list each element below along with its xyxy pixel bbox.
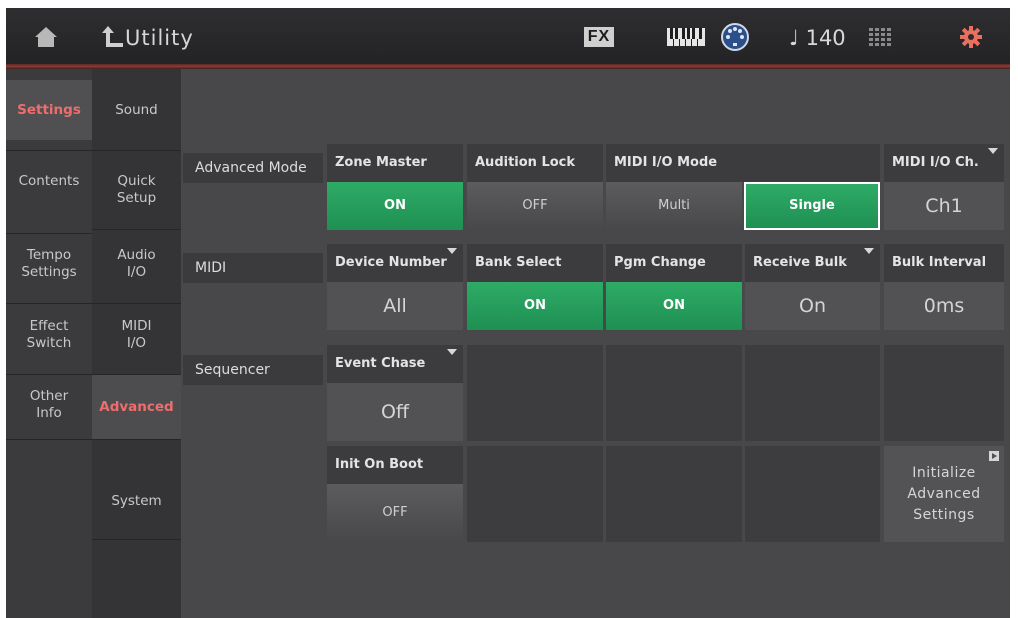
subcategory-quick-setup[interactable]: Quick Setup <box>92 160 181 220</box>
pgm-change-param[interactable]: Pgm Change ON <box>606 244 742 330</box>
gear-icon[interactable] <box>956 8 986 66</box>
empty-slot <box>884 345 1004 441</box>
zone-master-value[interactable]: ON <box>327 182 463 230</box>
row-label-advanced-mode: Advanced Mode <box>183 153 323 183</box>
bulk-interval-value[interactable]: 0ms <box>884 282 1004 330</box>
subcategory-midi-io[interactable]: MIDI I/O <box>92 305 181 365</box>
category-settings[interactable]: Settings <box>6 80 92 140</box>
category-effect-switch[interactable]: Effect Switch <box>6 305 92 365</box>
header-bar: Utility FX ♩ 140 <box>6 8 1010 66</box>
tempo-display[interactable]: ♩ 140 <box>789 8 846 66</box>
bank-select-label: Bank Select <box>467 244 603 282</box>
audition-lock-param[interactable]: Audition Lock OFF <box>467 144 603 230</box>
event-chase-label: Event Chase <box>327 345 463 383</box>
fx-icon[interactable]: FX <box>582 8 616 66</box>
page-title: Utility <box>125 26 194 50</box>
pgm-change-value[interactable]: ON <box>606 282 742 330</box>
secondary-category-column: Sound Quick Setup Audio I/O MIDI I/O Adv… <box>92 69 181 618</box>
empty-slot <box>606 345 742 441</box>
dropdown-arrow-icon <box>988 148 998 154</box>
utility-screen: Utility FX ♩ 140 Settings Contents Tempo… <box>6 8 1010 618</box>
home-icon[interactable] <box>26 8 66 66</box>
midi-io-channel-label: MIDI I/O Ch. <box>884 144 1004 182</box>
event-chase-value[interactable]: Off <box>327 383 463 441</box>
init-on-boot-value[interactable]: OFF <box>327 484 463 542</box>
empty-slot <box>745 345 880 441</box>
subcategory-system[interactable]: System <box>92 471 181 531</box>
row-label-midi: MIDI <box>183 253 323 283</box>
category-contents[interactable]: Contents <box>6 151 92 211</box>
event-chase-param[interactable]: Event Chase Off <box>327 345 463 441</box>
dropdown-arrow-icon <box>447 349 457 355</box>
empty-slot <box>745 446 880 542</box>
empty-slot <box>467 446 603 542</box>
receive-bulk-param[interactable]: Receive Bulk On <box>745 244 880 330</box>
bank-select-param[interactable]: Bank Select ON <box>467 244 603 330</box>
dropdown-arrow-icon <box>864 248 874 254</box>
initialize-advanced-settings-button[interactable]: Initialize Advanced Settings <box>884 446 1004 542</box>
bulk-interval-label: Bulk Interval <box>884 244 1004 282</box>
audition-lock-label: Audition Lock <box>467 144 603 182</box>
init-on-boot-label: Init On Boot <box>327 446 463 484</box>
zone-master-param[interactable]: Zone Master ON <box>327 144 463 230</box>
audition-lock-value[interactable]: OFF <box>467 182 603 230</box>
category-tempo-settings[interactable]: Tempo Settings <box>6 234 92 294</box>
device-number-label: Device Number <box>327 244 463 282</box>
midi-io-mode-single-option[interactable]: Single <box>744 182 880 230</box>
keyboard-icon[interactable] <box>666 8 706 66</box>
initialize-button-label: Initialize Advanced Settings <box>907 464 981 523</box>
midi-io-channel-param[interactable]: MIDI I/O Ch. Ch1 <box>884 144 1004 230</box>
fx-label: FX <box>583 27 615 47</box>
receive-bulk-value[interactable]: On <box>745 282 880 330</box>
subcategory-advanced[interactable]: Advanced <box>92 375 181 439</box>
grid-icon[interactable] <box>865 8 895 66</box>
midi-io-channel-value[interactable]: Ch1 <box>884 182 1004 230</box>
dropdown-arrow-icon <box>447 248 457 254</box>
back-arrow-icon[interactable] <box>98 8 128 66</box>
category-other-info[interactable]: Other Info <box>6 375 92 435</box>
device-number-value[interactable]: All <box>327 282 463 330</box>
row-label-sequencer: Sequencer <box>183 355 323 385</box>
init-on-boot-param[interactable]: Init On Boot OFF <box>327 446 463 542</box>
zone-master-label: Zone Master <box>327 144 463 182</box>
device-number-param[interactable]: Device Number All <box>327 244 463 330</box>
subcategory-sound[interactable]: Sound <box>92 80 181 140</box>
primary-category-column: Settings Contents Tempo Settings Effect … <box>6 69 92 618</box>
empty-slot <box>606 446 742 542</box>
bulk-interval-param[interactable]: Bulk Interval 0ms <box>884 244 1004 330</box>
pgm-change-label: Pgm Change <box>606 244 742 282</box>
play-arrow-icon <box>989 451 999 461</box>
subcategory-audio-io[interactable]: Audio I/O <box>92 234 181 294</box>
midi-icon[interactable] <box>718 8 752 66</box>
midi-io-mode-label: MIDI I/O Mode <box>606 144 880 182</box>
receive-bulk-label: Receive Bulk <box>745 244 880 282</box>
midi-io-mode-multi-option[interactable]: Multi <box>606 182 742 230</box>
empty-slot <box>467 345 603 441</box>
midi-io-mode-param[interactable]: MIDI I/O Mode Multi Single <box>606 144 880 230</box>
bank-select-value[interactable]: ON <box>467 282 603 330</box>
